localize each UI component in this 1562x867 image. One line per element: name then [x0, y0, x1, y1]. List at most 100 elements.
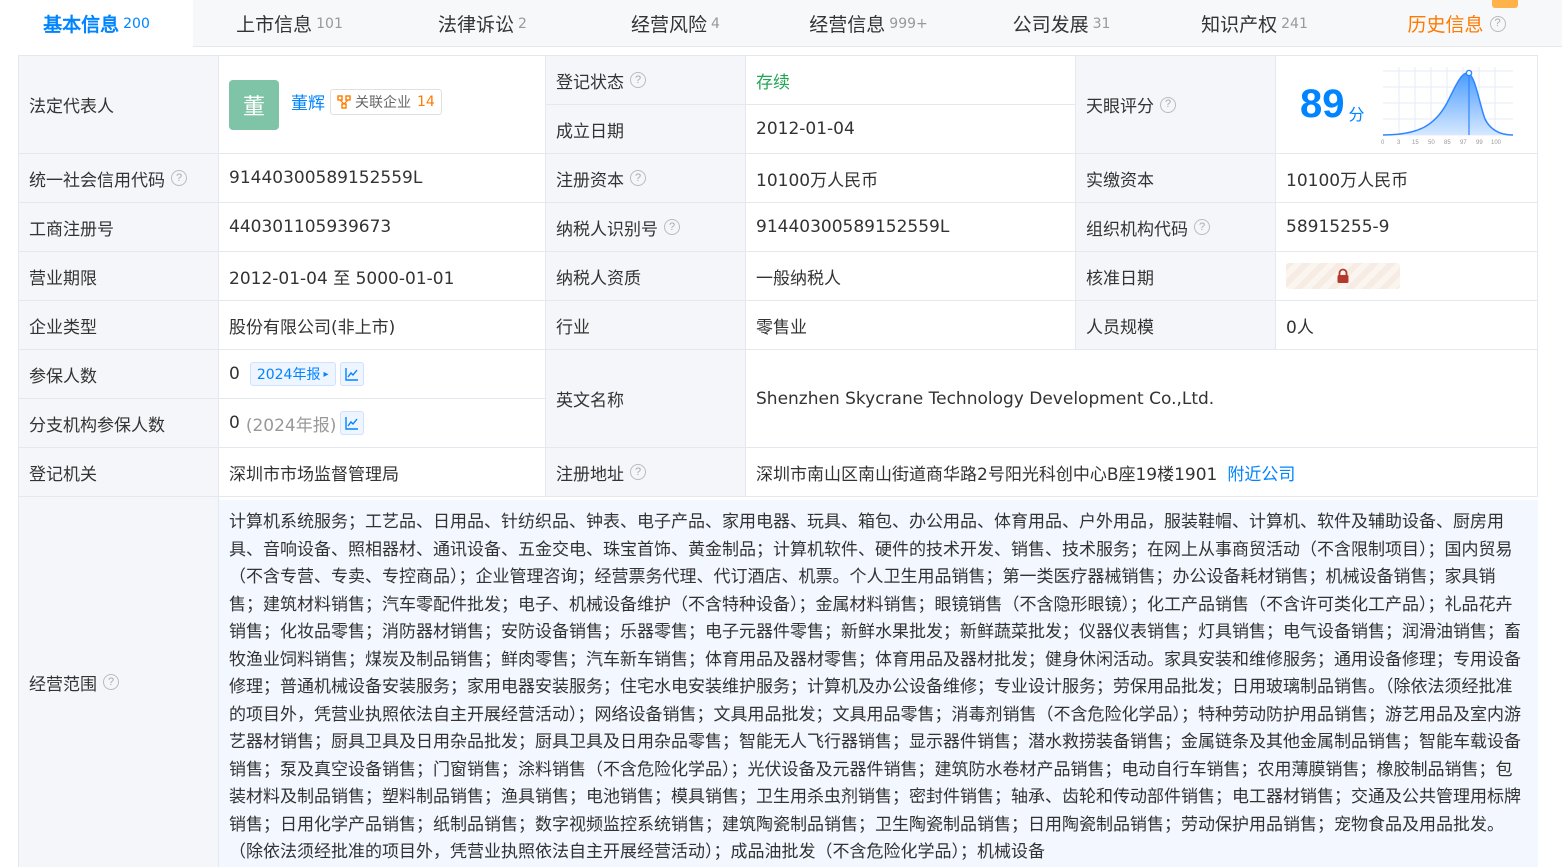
english-name-cell: Shenzhen Skycrane Technology Development…: [746, 350, 1538, 448]
avatar[interactable]: 董: [229, 79, 279, 130]
paid-capital-cell: 10100万人民币: [1276, 154, 1538, 203]
label-text: 工商注册号: [29, 219, 114, 240]
help-icon[interactable]: ?: [630, 464, 646, 480]
taxpayer-id-cell: 91440300589152559L: [746, 203, 1076, 252]
help-icon[interactable]: ?: [1194, 219, 1210, 235]
score-distribution-chart: 0 3 15 50 85 97 99 100: [1381, 66, 1513, 146]
type-label: 企业类型: [19, 301, 219, 350]
help-icon[interactable]: ?: [630, 72, 646, 88]
staff-label: 人员规模: [1076, 301, 1276, 350]
help-icon[interactable]: ?: [103, 674, 119, 690]
nearby-companies-link[interactable]: 附近公司: [1227, 460, 1295, 485]
help-icon[interactable]: ?: [664, 219, 680, 235]
tab-label: 经营风险: [631, 14, 708, 36]
chart-tick-label: 50: [1428, 140, 1435, 146]
founded-label: 成立日期: [546, 105, 746, 154]
reg-capital-value: 10100万人民币: [756, 170, 879, 191]
tab-legal-litigation[interactable]: 法律诉讼 2: [386, 0, 579, 47]
reg-authority-label: 登记机关: [19, 448, 219, 497]
related-companies-label: 关联企业: [355, 94, 411, 111]
founded-value: 2012-01-04: [756, 119, 855, 139]
trend-chart-button[interactable]: [339, 362, 364, 386]
chart-tick-label: 85: [1444, 140, 1451, 146]
reg-capital-label: 注册资本?: [546, 154, 746, 203]
label-text: 注册资本: [556, 170, 624, 191]
taxpayer-qual-value: 一般纳税人: [756, 268, 841, 289]
org-code-label: 组织机构代码?: [1076, 203, 1276, 252]
reg-authority-cell: 深圳市市场监督管理局: [219, 448, 546, 497]
help-icon[interactable]: ?: [630, 170, 646, 186]
english-name-label: 英文名称: [546, 350, 746, 448]
network-icon: [337, 94, 351, 109]
reg-authority-value: 深圳市市场监督管理局: [229, 464, 399, 485]
tab-history-info[interactable]: 历史信息?: [1351, 0, 1562, 47]
tab-business-info[interactable]: 经营信息 999+: [772, 0, 965, 47]
chart-tick-label: 100: [1491, 140, 1502, 146]
label-text: 登记机关: [29, 464, 97, 485]
industry-value: 零售业: [756, 317, 807, 338]
label-text: 人员规模: [1086, 317, 1154, 338]
label-text: 纳税人识别号: [556, 219, 658, 240]
label-text: 法定代表人: [29, 97, 114, 117]
tab-label: 基本信息: [43, 14, 120, 36]
term-cell: 2012-01-04 至 5000-01-01: [219, 252, 546, 301]
trend-chart-button[interactable]: [340, 411, 365, 435]
tab-label: 历史信息: [1407, 14, 1484, 36]
term-label: 营业期限: [19, 252, 219, 301]
label-text: 分支机构参保人数: [29, 415, 165, 436]
label-text: 组织机构代码: [1086, 219, 1188, 240]
legal-rep-label: 法定代表人: [19, 56, 219, 154]
credit-code-value: 91440300589152559L: [229, 168, 423, 188]
scope-label: 经营范围?: [19, 497, 219, 867]
insured-cell: 0 2024年报 ▸: [219, 350, 546, 399]
scope-value: 计算机系统服务；工艺品、日用品、针纺织品、钟表、电子产品、家用电器、玩具、箱包、…: [229, 512, 1521, 862]
tab-business-risk[interactable]: 经营风险 4: [579, 0, 772, 47]
org-code-cell: 58915255-9: [1276, 203, 1538, 252]
label-text: 英文名称: [556, 391, 624, 411]
approval-date-label: 核准日期: [1076, 252, 1276, 301]
label-text: 企业类型: [29, 317, 97, 338]
tab-company-development[interactable]: 公司发展 31: [965, 0, 1158, 47]
label-text: 统一社会信用代码: [29, 170, 165, 191]
approval-date-cell: [1276, 252, 1538, 301]
help-icon[interactable]: ?: [171, 170, 187, 186]
reg-status-value: 存续: [756, 73, 790, 93]
legal-rep-name-link[interactable]: 董辉: [291, 89, 325, 114]
taxpayer-id-value: 91440300589152559L: [756, 217, 950, 237]
type-value: 股份有限公司(非上市): [229, 317, 396, 338]
tab-intellectual-property[interactable]: 知识产权 241: [1158, 0, 1351, 47]
tab-label: 法律诉讼: [438, 14, 515, 36]
staff-value: 0人: [1286, 317, 1314, 338]
tab-listing-info[interactable]: 上市信息 101: [193, 0, 386, 47]
score-unit: 分: [1348, 104, 1365, 124]
tab-basic-info[interactable]: 基本信息 200: [0, 0, 193, 47]
score-cell: 89 分 0 3 15 50 85 97 99 100: [1276, 56, 1538, 154]
related-companies-button[interactable]: 关联企业 14: [330, 88, 442, 115]
industry-label: 行业: [546, 301, 746, 350]
label-text: 纳税人资质: [556, 268, 641, 289]
reg-address-label: 注册地址?: [546, 448, 746, 497]
chart-tick-label: 0: [1381, 140, 1385, 146]
tab-bar: 基本信息 200 上市信息 101 法律诉讼 2 经营风险 4 经营信息 999+ 公司发…: [0, 0, 1562, 47]
label-text: 行业: [556, 317, 590, 338]
help-icon[interactable]: ?: [1160, 96, 1176, 113]
annual-report-button[interactable]: 2024年报 ▸: [249, 362, 336, 386]
label-text: 天眼评分: [1086, 97, 1154, 117]
reg-status-cell: 存续: [746, 56, 1076, 105]
tab-count: 241: [1281, 15, 1308, 32]
tab-label: 知识产权: [1201, 14, 1278, 36]
score-label: 天眼评分?: [1076, 56, 1276, 154]
label-text: 经营范围: [29, 674, 97, 695]
label-text: 营业期限: [29, 268, 97, 289]
tab-count: 101: [316, 15, 343, 32]
locked-value[interactable]: [1286, 263, 1400, 289]
biz-reg-no-value: 440301105939673: [229, 217, 392, 237]
help-icon[interactable]: ?: [1489, 15, 1506, 32]
vip-badge: [1492, 0, 1518, 8]
chart-tick-label: 3: [1397, 140, 1401, 146]
taxpayer-qual-cell: 一般纳税人: [746, 252, 1076, 301]
tab-count: 31: [1092, 15, 1111, 32]
annual-report-label: 2024年报: [256, 367, 321, 383]
branch-insured-cell: 0 (2024年报): [219, 399, 546, 448]
caret-right-icon: ▸: [323, 368, 329, 380]
